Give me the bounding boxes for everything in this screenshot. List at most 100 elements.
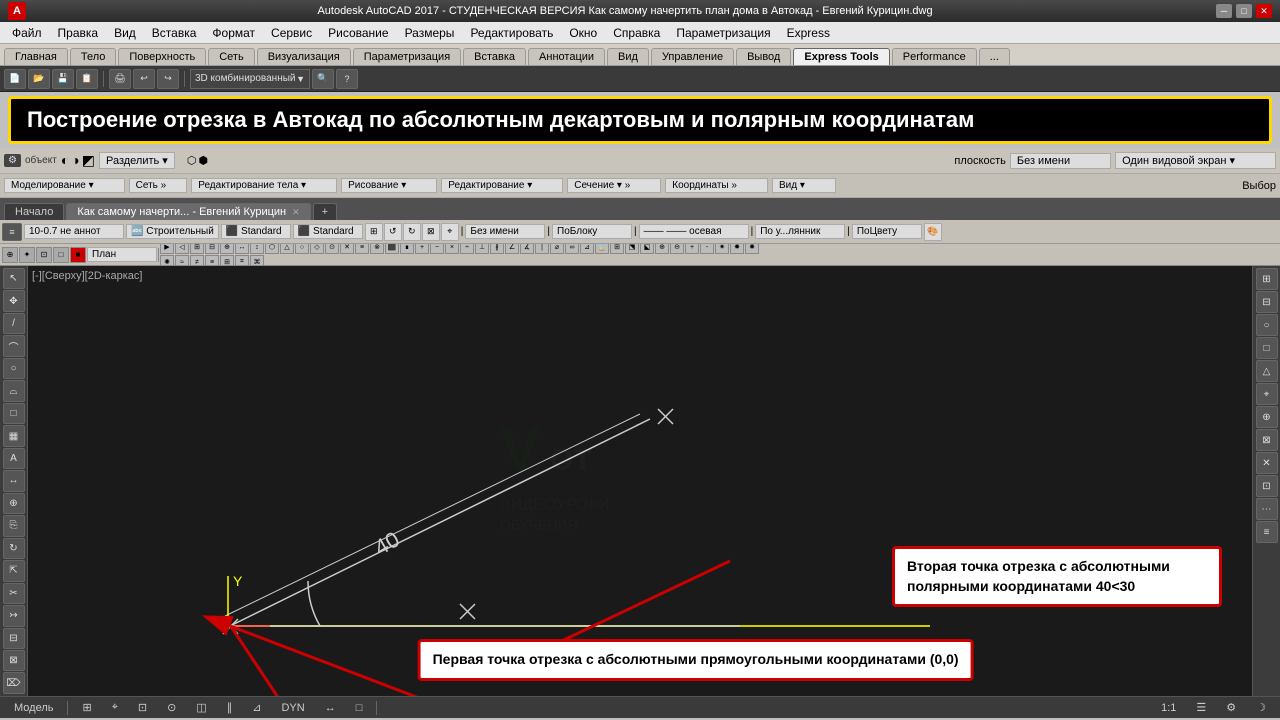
si18[interactable]: +: [415, 244, 429, 254]
si35[interactable]: ⊖: [670, 244, 684, 254]
status-tp[interactable]: □: [350, 702, 369, 714]
status-lw[interactable]: ↔: [319, 702, 342, 714]
tool-erase[interactable]: ⌦: [3, 672, 25, 693]
style-combo[interactable]: 🔤 Строительный: [126, 224, 219, 239]
standard2-combo[interactable]: ⬛ Standard: [293, 224, 363, 239]
small-btn-red[interactable]: ■: [70, 247, 86, 263]
si5[interactable]: ⊕: [220, 244, 234, 254]
tool-circle[interactable]: ○: [3, 358, 25, 379]
tab-insert[interactable]: Вставка: [463, 48, 526, 65]
color-btn[interactable]: 🎨: [924, 223, 942, 241]
tab-surface[interactable]: Поверхность: [118, 48, 206, 65]
status-dyn[interactable]: DYN: [275, 702, 310, 714]
color-combo[interactable]: ПоЦвету: [852, 224, 922, 239]
menu-edit[interactable]: Правка: [50, 24, 107, 42]
qa-saveas[interactable]: 📋: [76, 69, 98, 89]
qa-open[interactable]: 📂: [28, 69, 50, 89]
tool-trim[interactable]: ✂: [3, 583, 25, 604]
menu-window[interactable]: Окно: [561, 24, 605, 42]
byblock-combo[interactable]: ПоБлоку: [552, 224, 632, 239]
tab-performance[interactable]: Performance: [892, 48, 977, 65]
tab-view[interactable]: Вид: [607, 48, 649, 65]
right-tool-12[interactable]: ≡: [1256, 521, 1278, 543]
si25[interactable]: ∡: [520, 244, 534, 254]
small-btn1[interactable]: ⊕: [2, 247, 18, 263]
si38[interactable]: ✷: [715, 244, 729, 254]
status-model[interactable]: Модель: [8, 702, 59, 714]
tool-pick[interactable]: ✥: [3, 290, 25, 311]
tab-mesh[interactable]: Сеть: [208, 48, 254, 65]
si22[interactable]: ⊥: [475, 244, 489, 254]
si31[interactable]: ⊞: [610, 244, 624, 254]
tool-dim[interactable]: ↔: [3, 470, 25, 491]
menu-draw[interactable]: Рисование: [320, 24, 396, 42]
si2[interactable]: ◁: [175, 244, 189, 254]
si21[interactable]: ÷: [460, 244, 474, 254]
small-btn2[interactable]: ✦: [19, 247, 35, 263]
right-tool-2[interactable]: ⊟: [1256, 291, 1278, 313]
si8[interactable]: ⬡: [265, 244, 279, 254]
tab-manage[interactable]: Управление: [651, 48, 734, 65]
si26[interactable]: ∣: [535, 244, 549, 254]
si12[interactable]: ⊙: [325, 244, 339, 254]
layer-icon[interactable]: ≡: [2, 223, 22, 241]
btn-group1-3[interactable]: ↻: [403, 223, 421, 241]
split-btn[interactable]: Разделить ▾: [99, 152, 175, 169]
btn-group1-1[interactable]: ⊞: [365, 223, 383, 241]
tab-output[interactable]: Вывод: [736, 48, 791, 65]
plan-combo[interactable]: План: [87, 247, 157, 262]
draw-combo[interactable]: Рисование ▾: [341, 178, 437, 193]
right-tool-11[interactable]: ⋯: [1256, 498, 1278, 520]
tab-home-doc[interactable]: Начало: [4, 203, 64, 220]
status-ortho[interactable]: ⊡: [132, 701, 153, 714]
tab-solid[interactable]: Тело: [70, 48, 117, 65]
si40[interactable]: ✹: [745, 244, 759, 254]
drawing-canvas[interactable]: [-][Сверху][2D-каркас] V ОТ ВИДЕОУРОКИ О…: [28, 266, 1252, 696]
qa-help[interactable]: ?: [336, 69, 358, 89]
right-tool-1[interactable]: ⊞: [1256, 268, 1278, 290]
tool-polyline[interactable]: ⌒: [3, 335, 25, 356]
si27[interactable]: ⌀: [550, 244, 564, 254]
si24[interactable]: ∠: [505, 244, 519, 254]
tool-copy[interactable]: ⎘: [3, 515, 25, 536]
si34[interactable]: ⊕: [655, 244, 669, 254]
si43[interactable]: ≠: [190, 255, 204, 266]
menu-insert[interactable]: Вставка: [144, 24, 205, 42]
menu-view[interactable]: Вид: [106, 24, 144, 42]
si1[interactable]: ▶: [160, 244, 174, 254]
close-button[interactable]: ✕: [1256, 4, 1272, 18]
status-osnap[interactable]: ◫: [190, 701, 212, 714]
tool-scale[interactable]: ⇱: [3, 560, 25, 581]
right-tool-6[interactable]: ⌖: [1256, 383, 1278, 405]
workspace-combo[interactable]: 3D комбинированный ▼: [190, 69, 310, 89]
si30[interactable]: ⌛: [595, 244, 609, 254]
small-btn3[interactable]: ⊡: [36, 247, 52, 263]
tab-visualization[interactable]: Визуализация: [257, 48, 351, 65]
si15[interactable]: ⊗: [370, 244, 384, 254]
si42[interactable]: ≈: [175, 255, 189, 266]
right-tool-3[interactable]: ○: [1256, 314, 1278, 336]
si47[interactable]: ⌘: [250, 255, 264, 266]
right-tool-4[interactable]: □: [1256, 337, 1278, 359]
small-btn4[interactable]: □: [53, 247, 69, 263]
tab-parametrics[interactable]: Параметризация: [353, 48, 461, 65]
tool-line[interactable]: /: [3, 313, 25, 334]
byname-combo[interactable]: По у...лянник: [755, 224, 845, 239]
tab-home[interactable]: Главная: [4, 48, 68, 65]
qa-save[interactable]: 💾: [52, 69, 74, 89]
standard-combo[interactable]: ⬛ Standard: [221, 224, 291, 239]
qa-print[interactable]: 🖨: [109, 69, 131, 89]
si17[interactable]: ∎: [400, 244, 414, 254]
tool-hatch[interactable]: ▦: [3, 425, 25, 446]
right-tool-7[interactable]: ⊕: [1256, 406, 1278, 428]
si19[interactable]: −: [430, 244, 444, 254]
menu-file[interactable]: Файл: [4, 24, 50, 42]
right-tool-5[interactable]: △: [1256, 360, 1278, 382]
menu-format[interactable]: Формат: [204, 24, 263, 42]
tab-close-icon[interactable]: ✕: [292, 207, 300, 218]
tab-new-doc[interactable]: +: [313, 203, 337, 220]
si9[interactable]: △: [280, 244, 294, 254]
si13[interactable]: ✕: [340, 244, 354, 254]
qa-search[interactable]: 🔍: [312, 69, 334, 89]
annot-combo[interactable]: 10-0.7 не аннот: [24, 224, 124, 239]
